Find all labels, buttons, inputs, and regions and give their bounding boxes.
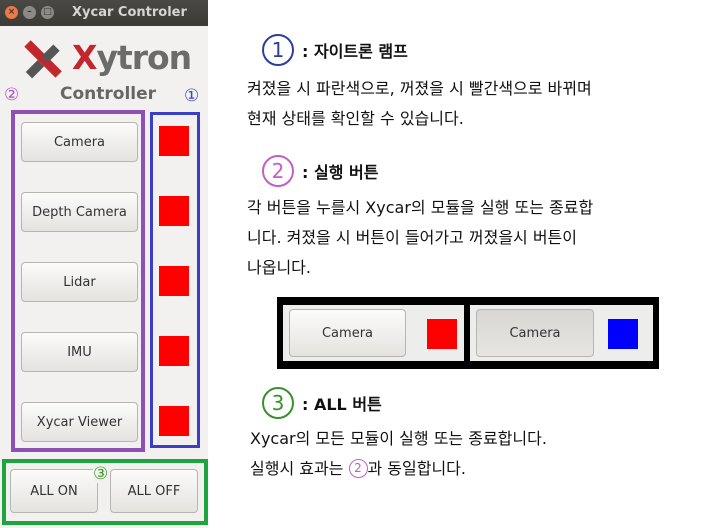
section3-line1: Xycar의 모든 모듈이 실행 또는 종료합니다. [250,429,547,448]
brand-rest: ytron [96,38,192,77]
section2-line1: 각 버튼을 누를시 Xycar의 모듈을 실행 또는 종료합 [247,198,594,217]
marker-one: ① [184,86,200,106]
xytron-logo-icon [24,40,62,79]
maximize-icon: □ [43,7,52,17]
brand-name: Xytron [72,38,192,77]
section1-heading: 1 : 자이트론 램프 [262,34,408,66]
lidar-button[interactable]: Lidar [21,262,138,302]
demo-lamp-on [608,319,638,349]
xycar-viewer-lamp [159,406,189,436]
brand-x-letter: X [72,38,97,77]
imu-button[interactable]: IMU [21,332,138,372]
all-on-button[interactable]: ALL ON [10,469,98,513]
section3-inline-number: 2 [348,459,368,478]
section2-heading: 2 : 실행 버튼 [262,155,378,187]
close-icon: × [7,7,16,17]
close-window-button[interactable]: × [5,6,18,19]
section3-text: Xycar의 모든 모듈이 실행 또는 종료합니다. 실행시 효과는 2과 동일… [250,424,547,484]
section3-line2-post: 과 동일합니다. [367,459,467,478]
controller-window: × – □ Xycar Controler Xytron Controller … [0,0,208,528]
section2-title: : 실행 버튼 [302,163,379,182]
section2-line3: 나옵니다. [247,258,311,277]
demo-lamp-off [427,319,457,349]
lidar-lamp [159,266,189,296]
section2-line2: 니다. 켜졌을 시 버튼이 들어가고 꺼졌을시 버튼이 [247,228,578,247]
camera-button[interactable]: Camera [21,122,138,162]
imu-lamp [159,336,189,366]
depth-camera-button[interactable]: Depth Camera [21,192,138,232]
section1-text: 켜졌을 시 파란색으로, 꺼졌을 시 빨간색으로 바뀌며 현재 상태를 확인할 … [247,74,592,134]
section3-title: : ALL 버튼 [302,395,382,414]
demo-off-state: Camera [283,305,464,361]
section3-line2: 실행시 효과는 2과 동일합니다. [250,454,547,484]
camera-lamp [159,126,189,156]
section2-text: 각 버튼을 누를시 Xycar의 모듈을 실행 또는 종료합 니다. 켜졌을 시… [247,193,593,283]
demo-on-state: Camera [470,305,653,361]
section1-title: : 자이트론 램프 [302,42,408,61]
marker-two: ② [4,85,20,105]
xycar-viewer-button[interactable]: Xycar Viewer [21,402,138,442]
title-bar: × – □ Xycar Controler [0,0,208,26]
button-state-demo: Camera Camera [277,297,659,369]
section2-number: 2 [262,155,294,187]
all-off-button[interactable]: ALL OFF [110,469,198,513]
demo-camera-button-on: Camera [476,309,594,357]
maximize-window-button[interactable]: □ [41,6,54,19]
window-title: Xycar Controler [72,5,187,20]
section3-line2-pre: 실행시 효과는 [250,459,349,478]
minimize-icon: – [27,7,32,17]
marker-three: ③ [93,464,109,484]
depth-camera-lamp [159,196,189,226]
section3-number: 3 [262,387,294,419]
demo-camera-button-off: Camera [289,309,406,357]
section1-line2: 현재 상태를 확인할 수 있습니다. [247,109,464,128]
section1-number: 1 [262,34,294,66]
section3-heading: 3 : ALL 버튼 [262,387,382,419]
section1-line1: 켜졌을 시 파란색으로, 꺼졌을 시 빨간색으로 바뀌며 [247,79,592,98]
minimize-window-button[interactable]: – [23,6,36,19]
brand-subtitle: Controller [60,84,157,104]
